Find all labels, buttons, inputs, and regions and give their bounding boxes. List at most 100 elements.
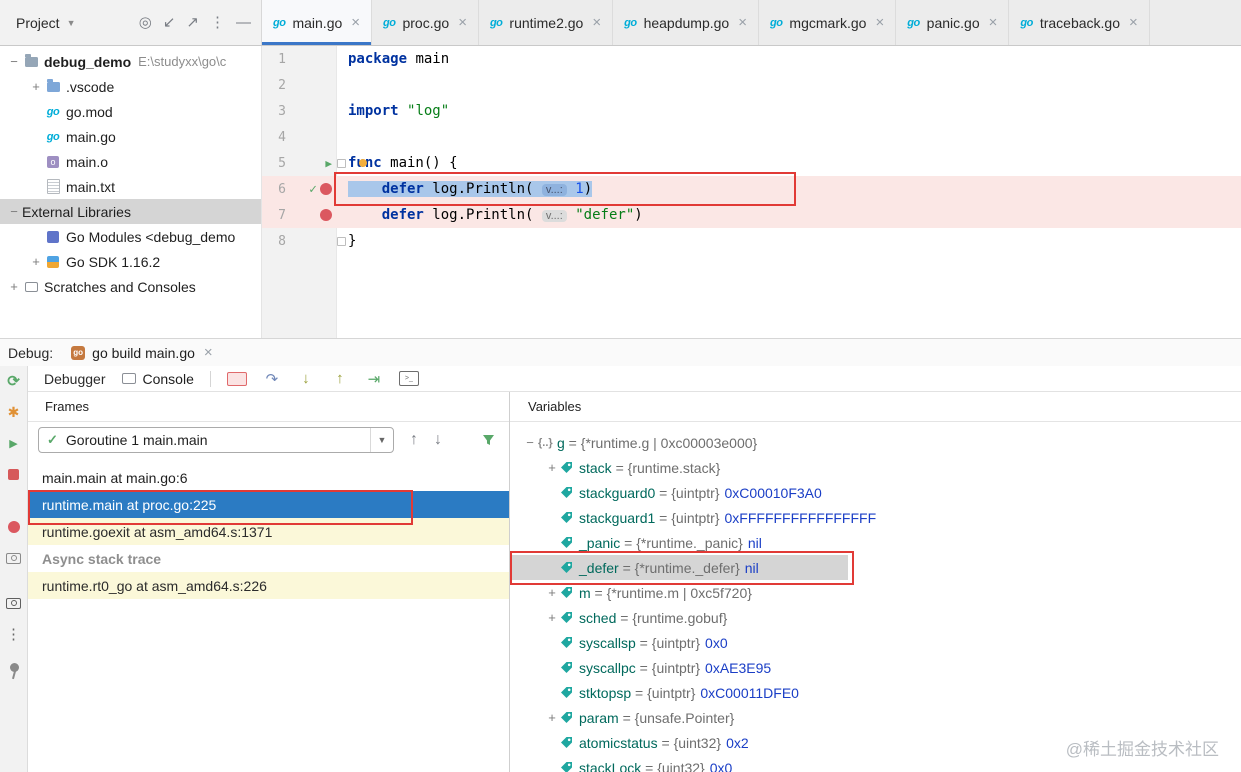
variable-row-stack[interactable]: + stack = {runtime.stack} bbox=[510, 455, 1241, 480]
tree-item-main-go[interactable]: go main.go bbox=[0, 124, 261, 149]
gutter[interactable]: 3 bbox=[262, 98, 336, 124]
gutter[interactable]: 1 bbox=[262, 46, 336, 72]
code-line-8[interactable]: 8} bbox=[262, 228, 1241, 254]
variable-row-g[interactable]: − {..} g = {*runtime.g | 0xc00003e000} bbox=[510, 430, 1241, 455]
tree-item-main-o[interactable]: o main.o bbox=[0, 149, 261, 174]
memory-view-icon[interactable] bbox=[5, 594, 23, 612]
collapse-all-icon[interactable]: ↙ bbox=[163, 15, 176, 30]
tab-console[interactable]: Console bbox=[121, 371, 194, 387]
variable-row-stackguard1[interactable]: stackguard1 = {uintptr} 0xFFFFFFFFFFFFFFF… bbox=[510, 505, 1241, 530]
tree-item--vscode[interactable]: + .vscode bbox=[0, 74, 261, 99]
close-icon[interactable]: × bbox=[989, 14, 998, 31]
variable-row-sched[interactable]: + sched = {runtime.gobuf} bbox=[510, 605, 1241, 630]
tree-item-go-modules-debug-demo[interactable]: Go Modules <debug_demo bbox=[0, 224, 261, 249]
frame-row[interactable]: runtime.main at proc.go:225 bbox=[28, 491, 509, 518]
fold-icon[interactable] bbox=[336, 236, 346, 246]
rerun-icon[interactable]: ⟳ bbox=[5, 372, 23, 390]
variable-row-param[interactable]: + param = {unsafe.Pointer} bbox=[510, 705, 1241, 730]
hide-panel-icon[interactable]: — bbox=[236, 15, 251, 30]
chevron-down-icon[interactable]: ▼ bbox=[67, 18, 76, 28]
gutter[interactable]: 7 bbox=[262, 202, 336, 228]
gutter[interactable]: 6 ✓ bbox=[262, 176, 336, 202]
variable-row-m[interactable]: + m = {*runtime.m | 0xc5f720} bbox=[510, 580, 1241, 605]
variable-row-syscallsp[interactable]: syscallsp = {uintptr} 0x0 bbox=[510, 630, 1241, 655]
tab-debugger[interactable]: Debugger bbox=[44, 371, 106, 387]
step-out-icon[interactable]: ↑ bbox=[331, 370, 349, 387]
tab-traceback.go[interactable]: go traceback.go × bbox=[1009, 0, 1150, 45]
frame-row[interactable]: runtime.goexit at asm_amd64.s:1371 bbox=[28, 518, 509, 545]
tree-item-go-sdk-1-16-2[interactable]: + Go SDK 1.16.2 bbox=[0, 249, 261, 274]
code-line-3[interactable]: 3 import "log" bbox=[262, 98, 1241, 124]
tree-item-debug-demo[interactable]: − debug_demo E:\studyxx\go\c bbox=[0, 49, 261, 74]
tree-item-external-libraries[interactable]: − External Libraries bbox=[0, 199, 261, 224]
variable-row-syscallpc[interactable]: syscallpc = {uintptr} 0xAE3E95 bbox=[510, 655, 1241, 680]
expand-all-icon[interactable]: ↗ bbox=[186, 15, 199, 30]
tab-heapdump.go[interactable]: go heapdump.go × bbox=[613, 0, 759, 45]
expand-icon[interactable]: + bbox=[544, 585, 560, 600]
settings-icon[interactable]: ✱ bbox=[5, 403, 23, 421]
debug-session-tab[interactable]: go go build main.go × bbox=[65, 339, 219, 366]
thread-filter-icon[interactable] bbox=[482, 434, 495, 446]
variable-row-stktopsp[interactable]: stktopsp = {uintptr} 0xC00011DFE0 bbox=[510, 680, 1241, 705]
step-over-icon[interactable]: ↷ bbox=[263, 370, 281, 388]
tab-proc.go[interactable]: go proc.go × bbox=[372, 0, 479, 45]
fold-icon[interactable] bbox=[336, 158, 346, 168]
code-line-6[interactable]: 6 ✓ defer log.Println( v...: 1) bbox=[262, 176, 1241, 202]
code-line-5[interactable]: 5▶func main() { bbox=[262, 150, 1241, 176]
tree-item-main-txt[interactable]: main.txt bbox=[0, 174, 261, 199]
variable-row-_defer[interactable]: _defer = {*runtime._defer} nil bbox=[510, 555, 1241, 580]
view-breakpoints-icon[interactable] bbox=[5, 518, 23, 536]
gutter[interactable]: 8 bbox=[262, 228, 336, 254]
frame-row[interactable]: runtime.rt0_go at asm_amd64.s:226 bbox=[28, 572, 509, 599]
code-line-7[interactable]: 7 defer log.Println( v...: "defer") bbox=[262, 202, 1241, 228]
editor[interactable]: 1package main23import "log"45▶func main(… bbox=[262, 46, 1241, 338]
next-frame-icon[interactable]: ↓ bbox=[434, 431, 442, 449]
gutter[interactable]: 4 bbox=[262, 124, 336, 150]
previous-frame-icon[interactable]: ↑ bbox=[410, 431, 418, 449]
variable-row-stackguard0[interactable]: stackguard0 = {uintptr} 0xC00010F3A0 bbox=[510, 480, 1241, 505]
close-icon[interactable]: × bbox=[1129, 14, 1138, 31]
resume-icon[interactable]: ▶ bbox=[5, 434, 23, 452]
run-main-icon[interactable]: ▶ bbox=[325, 157, 332, 170]
breakpoint-icon[interactable] bbox=[320, 209, 332, 221]
tree-item-scratches-and-consoles[interactable]: + Scratches and Consoles bbox=[0, 274, 261, 299]
command-line-icon[interactable]: >_ bbox=[398, 371, 419, 386]
expand-icon[interactable]: + bbox=[544, 610, 560, 625]
collapse-icon[interactable]: − bbox=[6, 204, 22, 219]
screenshot-icon[interactable] bbox=[5, 549, 23, 567]
close-icon[interactable]: × bbox=[204, 344, 213, 361]
expand-icon[interactable]: + bbox=[28, 79, 44, 94]
close-icon[interactable]: × bbox=[458, 14, 467, 31]
options-menu-icon[interactable]: ⋮ bbox=[210, 15, 225, 30]
step-into-icon[interactable]: ↓ bbox=[297, 370, 315, 387]
stop-icon[interactable] bbox=[5, 465, 23, 483]
tab-main.go[interactable]: go main.go × bbox=[262, 0, 373, 45]
tab-panic.go[interactable]: go panic.go × bbox=[896, 0, 1010, 45]
goroutine-dropdown[interactable]: ✓ Goroutine 1 main.main ▼ bbox=[38, 427, 394, 453]
run-to-cursor-icon[interactable]: ⇥ bbox=[365, 370, 383, 388]
frame-row[interactable]: main.main at main.go:6 bbox=[28, 464, 509, 491]
chevron-down-icon[interactable]: ▼ bbox=[370, 428, 393, 452]
code-line-2[interactable]: 2 bbox=[262, 72, 1241, 98]
process-console-icon[interactable] bbox=[226, 371, 247, 386]
gutter[interactable]: 5 ▶ bbox=[262, 150, 336, 176]
expand-icon[interactable]: + bbox=[544, 460, 560, 475]
expand-icon[interactable]: + bbox=[28, 254, 44, 269]
close-icon[interactable]: × bbox=[875, 14, 884, 31]
tree-item-go-mod[interactable]: go go.mod bbox=[0, 99, 261, 124]
expand-icon[interactable]: + bbox=[6, 279, 22, 294]
tab-mgcmark.go[interactable]: go mgcmark.go × bbox=[758, 0, 897, 45]
collapse-icon[interactable]: − bbox=[522, 435, 538, 450]
expand-icon[interactable]: + bbox=[544, 710, 560, 725]
close-icon[interactable]: × bbox=[351, 14, 360, 31]
gutter[interactable]: 2 bbox=[262, 72, 336, 98]
collapse-icon[interactable]: − bbox=[6, 54, 22, 69]
code-line-4[interactable]: 4 bbox=[262, 124, 1241, 150]
breakpoint-icon[interactable] bbox=[320, 183, 332, 195]
variable-row-_panic[interactable]: _panic = {*runtime._panic} nil bbox=[510, 530, 1241, 555]
more-icon[interactable]: ⋮ bbox=[5, 625, 23, 643]
close-icon[interactable]: × bbox=[592, 14, 601, 31]
close-icon[interactable]: × bbox=[738, 14, 747, 31]
pin-icon[interactable] bbox=[5, 662, 23, 680]
code-line-1[interactable]: 1 package main bbox=[262, 46, 1241, 72]
